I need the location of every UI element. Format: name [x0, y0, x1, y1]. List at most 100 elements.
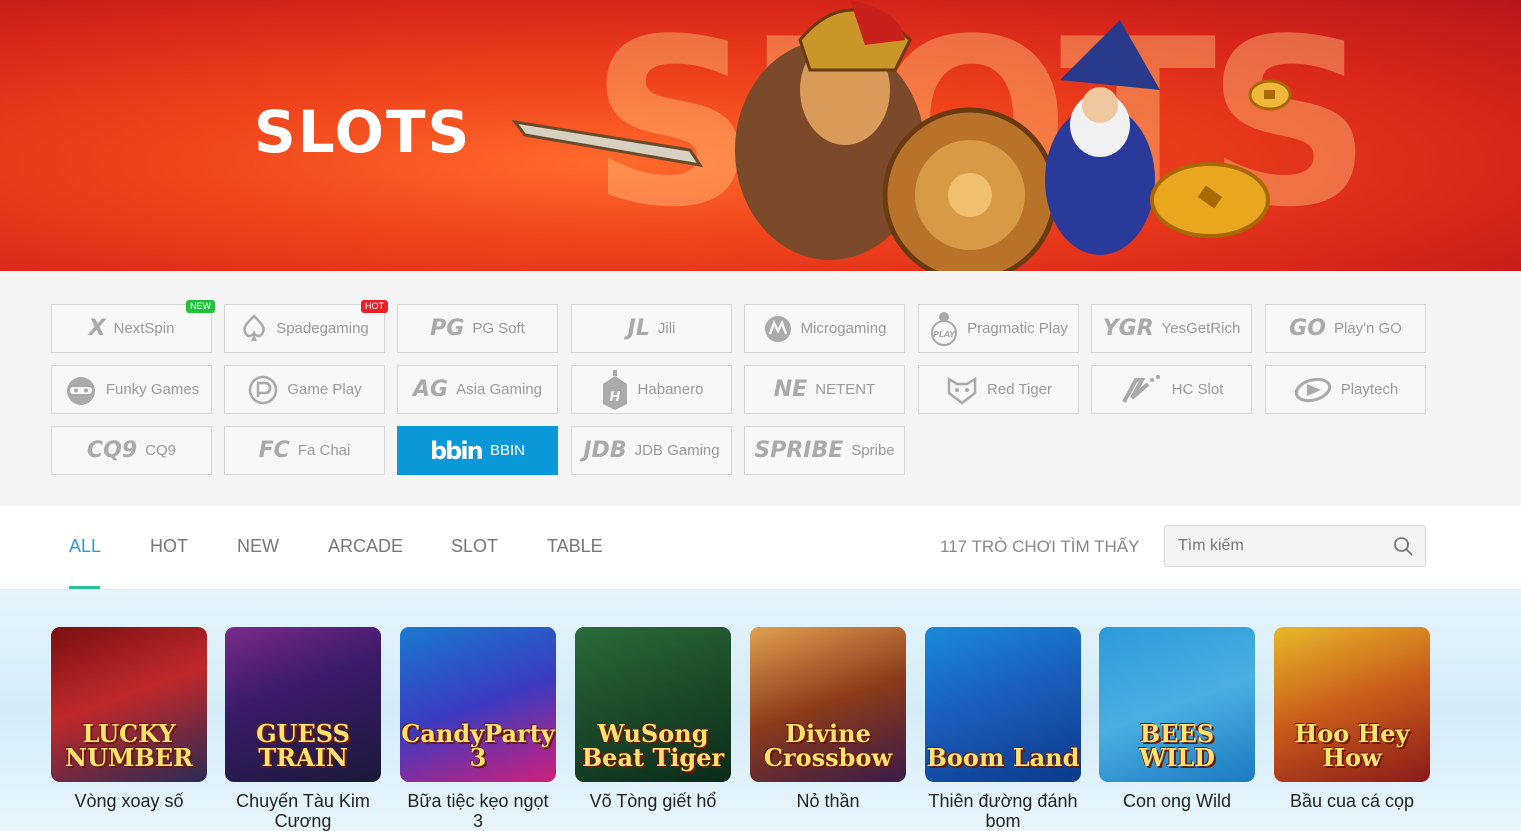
provider-asia-gaming[interactable]: AG Asia Gaming — [397, 365, 558, 414]
provider-label: NextSpin — [113, 320, 175, 337]
provider-fa-chai[interactable]: FC Fa Chai — [224, 426, 385, 475]
provider-logo-icon: bbin — [430, 438, 482, 464]
tab-hot[interactable]: HOT — [150, 536, 188, 557]
tab-all[interactable]: ALL — [69, 536, 101, 557]
game-thumbnail[interactable]: BEES WILD — [1099, 627, 1255, 782]
provider-red-tiger[interactable]: Red Tiger — [918, 365, 1079, 414]
tab-table[interactable]: TABLE — [547, 536, 603, 557]
banner-artwork — [511, 0, 1292, 271]
provider-label: Asia Gaming — [456, 381, 542, 398]
filter-bar: ALL HOT NEW ARCADE SLOT TABLE 117 TRÒ CH… — [0, 506, 1521, 590]
provider-jili[interactable]: JL Jili — [571, 304, 732, 353]
svg-text:H: H — [609, 390, 620, 405]
tab-arcade[interactable]: ARCADE — [328, 536, 403, 557]
provider-label: Fa Chai — [297, 442, 351, 459]
search-box — [1164, 525, 1426, 567]
provider-logo-icon: CQ9 — [87, 438, 138, 463]
provider-logo-icon: NE — [773, 377, 808, 402]
game-logo-text: GUESS TRAIN — [256, 719, 350, 772]
game-thumbnail[interactable]: WuSong Beat Tiger — [575, 627, 731, 782]
game-title[interactable]: Bữa tiệc kẹo ngọt 3 — [400, 791, 556, 831]
game-list: LUCKY NUMBER Vòng xoay số GUESS TRAIN Chuyế… — [0, 590, 1521, 831]
provider-logo-icon: JL — [627, 316, 650, 341]
provider-funky-games[interactable]: Funky Games — [51, 365, 212, 414]
provider-logo-icon: H — [600, 369, 630, 410]
provider-spribe[interactable]: SPRIBE Spribe — [744, 426, 905, 475]
tab-slot[interactable]: SLOT — [451, 536, 498, 557]
provider-logo-icon: YGR — [1102, 316, 1154, 341]
game-title[interactable]: Bầu cua cá cọp — [1274, 791, 1430, 811]
game-title[interactable]: Con ong Wild — [1099, 791, 1255, 811]
game-logo-text: BEES WILD — [1139, 719, 1215, 772]
search-input[interactable] — [1165, 526, 1375, 566]
provider-netent[interactable]: NE NETENT — [744, 365, 905, 414]
game-title[interactable]: Vòng xoay số — [51, 791, 207, 811]
provider-logo-icon — [945, 375, 979, 405]
provider-label: CQ9 — [145, 442, 176, 459]
game-title[interactable]: Nỏ thần — [750, 791, 906, 811]
provider-label: Spadegaming — [276, 320, 369, 337]
provider-logo-icon: JDB — [583, 438, 627, 463]
game-card[interactable]: CandyParty 3 Bữa tiệc kẹo ngọt 3 — [400, 627, 556, 831]
game-title[interactable]: Võ Tòng giết hổ — [575, 791, 731, 811]
provider-label: HC Slot — [1171, 381, 1224, 398]
game-card[interactable]: Hoo Hey How Bầu cua cá cọp — [1274, 627, 1430, 811]
provider-label: Red Tiger — [986, 381, 1053, 398]
game-logo-text: CandyParty 3 — [401, 719, 555, 772]
provider-logo-icon — [240, 313, 268, 344]
game-thumbnail[interactable]: LUCKY NUMBER — [51, 627, 207, 782]
provider-logo-icon: X — [88, 316, 106, 341]
game-logo-text: Divine Crossbow — [763, 719, 893, 772]
game-logo-text: Hoo Hey How — [1294, 719, 1410, 772]
provider-label: Play'n GO — [1333, 320, 1402, 337]
provider-bbin[interactable]: bbin BBIN — [397, 426, 558, 475]
provider-hc-slot[interactable]: HC Slot — [1091, 365, 1252, 414]
provider-nextspin[interactable]: X NextSpin NEW — [51, 300, 215, 353]
provider-label: Funky Games — [105, 381, 200, 398]
game-thumbnail[interactable]: Divine Crossbow — [750, 627, 906, 782]
svg-text:PLAY: PLAY — [933, 330, 956, 339]
slots-banner: SLOTS SLOTS — [0, 0, 1521, 271]
game-title[interactable]: Thiên đường đánh bom — [925, 791, 1081, 831]
provider-label: Jili — [657, 320, 676, 337]
games-found-count: 117 TRÒ CHƠI TÌM THẤY — [940, 537, 1140, 556]
game-card[interactable]: WuSong Beat Tiger Võ Tòng giết hổ — [575, 627, 731, 811]
provider-play-n-go[interactable]: GO Play'n GO — [1265, 304, 1426, 353]
new-badge: NEW — [186, 300, 215, 313]
game-thumbnail[interactable]: GUESS TRAIN — [225, 627, 381, 782]
provider-game-play[interactable]: Game Play — [224, 365, 385, 414]
provider-playtech[interactable]: Playtech — [1265, 365, 1426, 414]
game-thumbnail[interactable]: CandyParty 3 — [400, 627, 556, 782]
provider-logo-icon: AG — [413, 377, 449, 402]
provider-spadegaming[interactable]: Spadegaming HOT — [224, 300, 388, 353]
provider-logo-icon: PLAY — [929, 311, 959, 347]
provider-pg-soft[interactable]: PG PG Soft — [397, 304, 558, 353]
provider-label: Spribe — [851, 442, 895, 459]
game-thumbnail[interactable]: Hoo Hey How — [1274, 627, 1430, 782]
game-card[interactable]: GUESS TRAIN Chuyến Tàu Kim Cương — [225, 627, 381, 831]
provider-grid: X NextSpin NEW Spadegaming HOT PG PG Soft JL Jil… — [0, 271, 1521, 506]
provider-logo-icon: SPRIBE — [754, 438, 844, 463]
provider-cq9[interactable]: CQ9 CQ9 — [51, 426, 212, 475]
provider-microgaming[interactable]: Microgaming — [744, 304, 905, 353]
provider-logo-icon — [1293, 376, 1333, 404]
provider-pragmatic-play[interactable]: PLAY Pragmatic Play — [918, 304, 1079, 353]
game-thumbnail[interactable]: Boom Land — [925, 627, 1081, 782]
game-card[interactable]: BEES WILD Con ong Wild — [1099, 627, 1255, 811]
active-tab-indicator — [69, 586, 100, 589]
game-card[interactable]: LUCKY NUMBER Vòng xoay số — [51, 627, 207, 811]
provider-label: Habanero — [637, 381, 704, 398]
tab-new[interactable]: NEW — [237, 536, 279, 557]
game-title[interactable]: Chuyến Tàu Kim Cương — [225, 791, 381, 831]
search-icon[interactable] — [1393, 536, 1413, 556]
provider-habanero[interactable]: H Habanero — [571, 365, 732, 414]
game-card[interactable]: Divine Crossbow Nỏ thần — [750, 627, 906, 811]
game-card[interactable]: Boom Land Thiên đường đánh bom — [925, 627, 1081, 831]
banner-title: SLOTS — [254, 98, 472, 166]
provider-yesgetrich[interactable]: YGR YesGetRich — [1091, 304, 1252, 353]
provider-label: Playtech — [1340, 381, 1399, 398]
provider-label: BBIN — [489, 442, 525, 459]
provider-logo-icon — [64, 374, 98, 406]
provider-logo-icon: GO — [1289, 316, 1326, 341]
provider-jdb-gaming[interactable]: JDB JDB Gaming — [571, 426, 732, 475]
